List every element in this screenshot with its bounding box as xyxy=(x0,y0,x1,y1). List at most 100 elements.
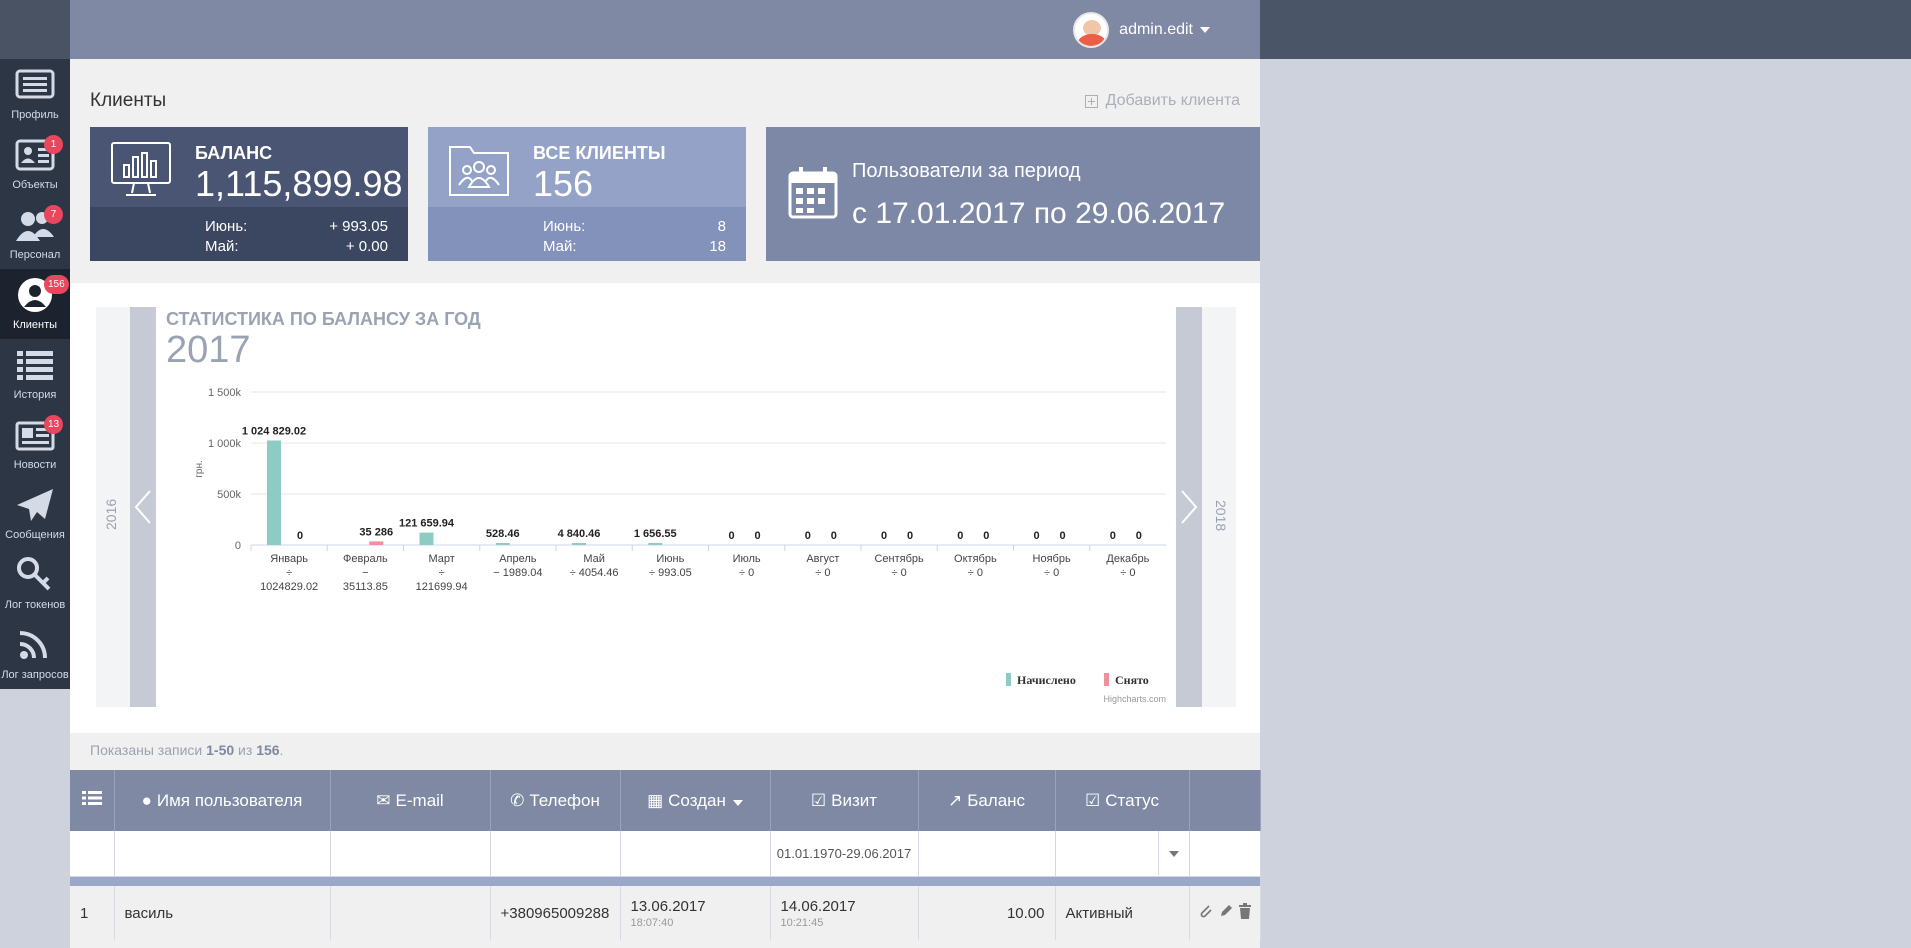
records-prefix: Показаны записи xyxy=(90,742,207,758)
clients-row2-value: 18 xyxy=(709,238,726,255)
top-right-strip xyxy=(1260,0,1911,59)
y-tick-label: 500k xyxy=(217,489,241,501)
user-name: admin.edit xyxy=(1119,21,1193,38)
next-year-label[interactable]: 2018 xyxy=(1213,500,1229,531)
balance-row2-label: Май: xyxy=(205,238,239,255)
data-label: 121 659.94 xyxy=(399,518,455,530)
sidebar-item-objects[interactable]: 1 Объекты xyxy=(0,129,70,199)
sidebar-item-label: Сообщения xyxy=(5,529,65,541)
column-menu-header[interactable] xyxy=(70,770,115,831)
table-row[interactable]: 1 василь +380965009288 13.06.2017 18:07:4… xyxy=(70,886,1261,940)
column-label: E-mail xyxy=(395,790,444,810)
data-label: 0 xyxy=(983,530,989,542)
row-phone: +380965009288 xyxy=(490,886,621,940)
filter-username-input[interactable] xyxy=(114,831,331,877)
clients-value: 156 xyxy=(533,163,594,204)
sidebar-item-messages[interactable]: Сообщения xyxy=(0,479,70,549)
x-tick-sublabel: ÷ 0 xyxy=(739,567,754,579)
add-client-button[interactable]: Добавить клиента xyxy=(1084,92,1240,110)
prev-year-button[interactable] xyxy=(130,307,156,707)
data-label: 1 656.55 xyxy=(634,528,677,540)
avatar xyxy=(1073,12,1110,48)
clients-title: ВСЕ КЛИЕНТЫ xyxy=(533,143,666,163)
paperclip-icon[interactable] xyxy=(1198,903,1214,919)
column-header-username[interactable]: ● Имя пользователя xyxy=(114,770,331,831)
line-chart-icon: ↗ xyxy=(947,790,963,810)
column-label: Создан xyxy=(668,790,726,810)
period-card[interactable]: Пользователи за период с 17.01.2017 по 2… xyxy=(766,127,1260,261)
column-header-visit[interactable]: ☑ Визит xyxy=(770,770,919,831)
x-tick-sublabel: 35113.85 xyxy=(343,581,388,593)
legend-swatch xyxy=(1104,673,1109,686)
sidebar-item-request-log[interactable]: Лог запросов xyxy=(0,619,70,689)
column-header-actions xyxy=(1189,770,1261,831)
data-label: 0 xyxy=(831,530,837,542)
sidebar-item-history[interactable]: История xyxy=(0,339,70,409)
filter-phone-input[interactable] xyxy=(490,831,621,877)
sidebar-item-profile[interactable]: Профиль xyxy=(0,59,70,129)
balance-value: 1,115,899.98 xyxy=(195,163,403,204)
x-tick-label: Май xyxy=(583,553,605,565)
clients-row1-value: 8 xyxy=(717,218,726,235)
filter-cell-empty xyxy=(70,831,115,877)
pencil-icon[interactable] xyxy=(1218,903,1234,919)
column-header-status[interactable]: ☑ Статус xyxy=(1055,770,1190,831)
row-actions xyxy=(1189,886,1261,940)
top-bar: admin.edit xyxy=(70,0,1260,59)
visit-date: 14.06.2017 xyxy=(780,897,856,915)
bar-credited xyxy=(648,543,663,545)
page-title: Клиенты xyxy=(90,90,167,111)
row-created: 13.06.2017 18:07:40 xyxy=(620,886,771,940)
x-tick-label: Октябрь xyxy=(954,553,997,565)
visit-time: 10:21:45 xyxy=(780,916,824,929)
sidebar-item-staff[interactable]: 7 Персонал xyxy=(0,199,70,269)
clients-card: ВСЕ КЛИЕНТЫ 156 Июнь: 8 Май: 18 xyxy=(428,127,746,261)
sidebar-item-label: Профиль xyxy=(11,109,59,121)
x-tick-label: Июль xyxy=(733,553,761,565)
x-tick-sublabel: ÷ xyxy=(286,567,292,579)
news-badge: 13 xyxy=(44,415,64,434)
row-username: василь xyxy=(114,886,331,940)
data-label: 0 xyxy=(1033,530,1039,542)
sort-caret-icon xyxy=(732,799,743,806)
sidebar-item-news[interactable]: 13 Новости xyxy=(0,409,70,479)
sidebar-item-label: Клиенты xyxy=(12,319,58,331)
column-header-email[interactable]: ✉ E-mail xyxy=(330,770,491,831)
user-menu[interactable]: admin.edit xyxy=(1073,12,1210,48)
created-date: 13.06.2017 xyxy=(630,897,706,915)
filter-created-input[interactable] xyxy=(620,831,771,877)
prev-year-label[interactable]: 2016 xyxy=(103,499,119,530)
x-tick-sublabel: ÷ 0 xyxy=(1044,567,1059,579)
column-header-phone[interactable]: ✆ Телефон xyxy=(490,770,621,831)
chevron-right-icon xyxy=(1181,490,1198,524)
next-year-button[interactable] xyxy=(1176,307,1202,707)
column-header-balance[interactable]: ↗ Баланс xyxy=(918,770,1056,831)
y-tick-label: 1 500k xyxy=(208,387,242,399)
filter-status-select[interactable] xyxy=(1055,831,1190,877)
trash-icon[interactable] xyxy=(1238,903,1252,919)
chart-box: 2016 2018 СТАТИСТИКА ПО БАЛАНСУ ЗА ГОД 2… xyxy=(96,307,1236,707)
bar-credited xyxy=(495,543,510,545)
data-label: 0 xyxy=(1059,530,1065,542)
sidebar-item-clients[interactable]: 156 Клиенты xyxy=(0,269,70,339)
bar-credited xyxy=(267,440,281,545)
envelope-icon: ✉ xyxy=(376,790,391,810)
filter-visit-input[interactable]: 01.01.1970-29.06.2017 xyxy=(770,831,919,877)
clients-row1-label: Июнь: xyxy=(543,218,586,235)
rss-icon xyxy=(19,631,47,659)
balance-row1-label: Июнь: xyxy=(205,218,248,235)
column-label: Статус xyxy=(1105,790,1159,810)
calendar-icon xyxy=(788,167,838,219)
balance-title: БАЛАНС xyxy=(195,143,273,163)
column-header-created[interactable]: ▦ Создан xyxy=(620,770,771,831)
legend-item: Снято xyxy=(1115,673,1149,687)
sidebar-item-token-log[interactable]: Лог токенов xyxy=(0,549,70,619)
x-tick-label: Апрель xyxy=(499,553,537,565)
filter-balance-input[interactable] xyxy=(918,831,1056,877)
phone-icon: ✆ xyxy=(510,790,525,810)
data-label: 0 xyxy=(957,530,963,542)
row-balance: 10.00 xyxy=(918,886,1056,940)
filter-email-input[interactable] xyxy=(330,831,491,877)
sidebar-item-label: Персонал xyxy=(9,249,61,261)
top-left-strip xyxy=(0,0,70,59)
